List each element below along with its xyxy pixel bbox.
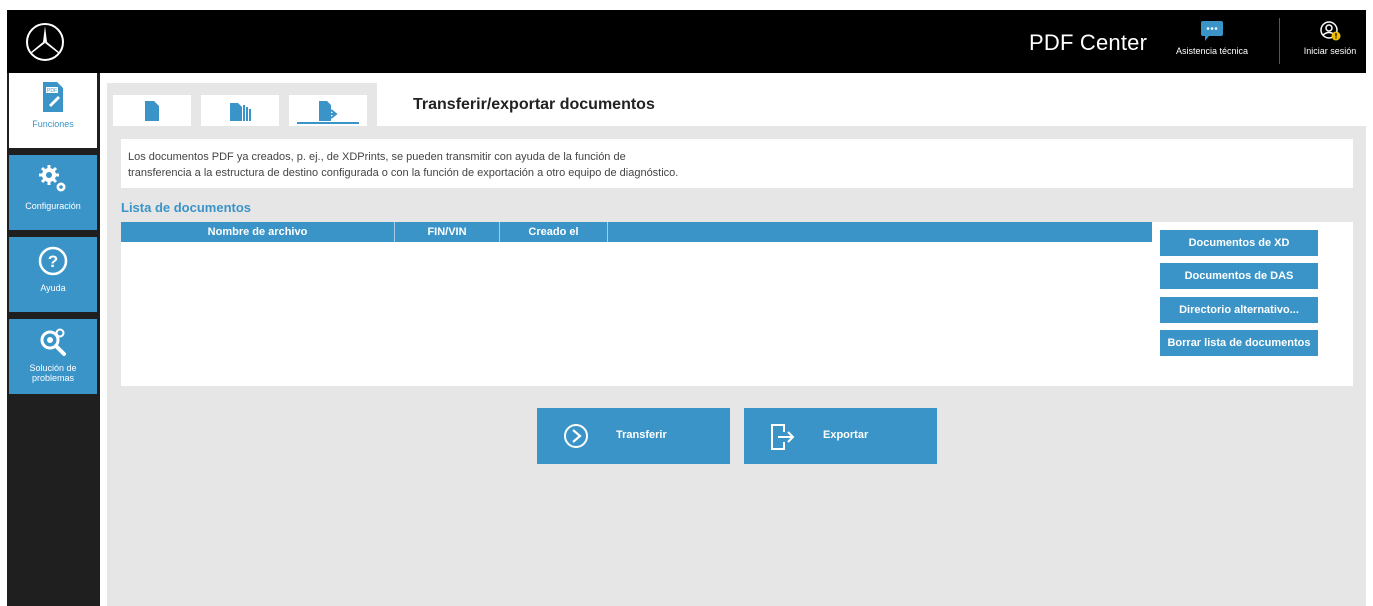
document-export-icon — [319, 101, 338, 121]
description-line: Los documentos PDF ya creados, p. ej., d… — [128, 151, 626, 163]
section-title: Transferir/exportar documentos — [413, 96, 655, 113]
list-title: Lista de documentos — [121, 200, 252, 215]
app-title: PDF Center — [1029, 30, 1148, 55]
mercedes-logo-icon — [26, 23, 64, 61]
sidebar-item-label: Funciones — [32, 119, 74, 129]
tab-document[interactable] — [113, 95, 191, 126]
sidebar-item-label: Solución de problemas — [29, 363, 77, 383]
gears-icon — [39, 165, 66, 192]
sidebar-item-configuracion[interactable]: Configuración — [9, 155, 97, 230]
chat-icon — [1201, 21, 1223, 41]
sidebar-item-funciones[interactable]: PDF Funciones — [9, 73, 97, 148]
description-line: transferencia a la estructura de destino… — [128, 167, 679, 179]
column-header-vin[interactable]: FIN/VIN — [395, 222, 500, 242]
user-warning-icon — [1320, 21, 1341, 41]
alternative-directory-button[interactable]: Directorio alternativo... — [1160, 297, 1318, 323]
login-button[interactable]: Iniciar sesión — [1290, 18, 1370, 68]
main-content: Transferir/exportar documentos Los docum… — [107, 83, 1366, 606]
xd-documents-button[interactable]: Documentos de XD — [1160, 230, 1318, 256]
top-bar: PDF Center Asistencia técnica Iniciar se… — [7, 10, 1366, 73]
table-header: Nombre de archivo FIN/VIN Creado el — [121, 222, 1152, 242]
column-header-created[interactable]: Creado el — [500, 222, 608, 242]
pdf-document-icon: PDF — [43, 82, 63, 112]
divider — [1279, 18, 1280, 64]
sidebar-item-ayuda[interactable]: ? Ayuda — [9, 237, 97, 312]
troubleshoot-icon — [40, 328, 66, 356]
tab-strip: Transferir/exportar documentos — [107, 83, 1366, 126]
svg-text:?: ? — [48, 252, 58, 271]
tab-export[interactable] — [289, 95, 367, 126]
sidebar-item-label: Ayuda — [40, 283, 66, 293]
sidebar-item-label: Configuración — [25, 201, 81, 211]
svg-text:PDF: PDF — [47, 88, 57, 94]
support-label: Asistencia técnica — [1175, 46, 1249, 56]
sidebar-item-solucion[interactable]: Solución de problemas — [9, 319, 97, 394]
das-documents-button[interactable]: Documentos de DAS — [1160, 263, 1318, 289]
export-button[interactable]: Exportar — [744, 408, 937, 464]
help-icon: ? — [38, 246, 68, 276]
description: Los documentos PDF ya creados, p. ej., d… — [121, 139, 1353, 188]
transfer-label: Transferir — [616, 429, 667, 441]
tab-documents[interactable] — [201, 95, 279, 126]
column-header-filename[interactable]: Nombre de archivo — [121, 222, 395, 242]
export-icon — [771, 424, 795, 450]
play-circle-icon — [564, 424, 588, 448]
clear-list-button[interactable]: Borrar lista de documentos — [1160, 330, 1318, 356]
documents-stack-icon — [230, 103, 251, 121]
document-icon — [145, 101, 159, 121]
support-button[interactable]: Asistencia técnica — [1172, 18, 1252, 68]
export-label: Exportar — [823, 429, 869, 441]
transfer-button[interactable]: Transferir — [537, 408, 730, 464]
sidebar: PDF Funciones Configuración ? Ayuda Solu… — [7, 73, 100, 606]
login-label: Iniciar sesión — [1303, 46, 1357, 56]
document-list-panel: Nombre de archivo FIN/VIN Creado el Docu… — [121, 222, 1353, 386]
